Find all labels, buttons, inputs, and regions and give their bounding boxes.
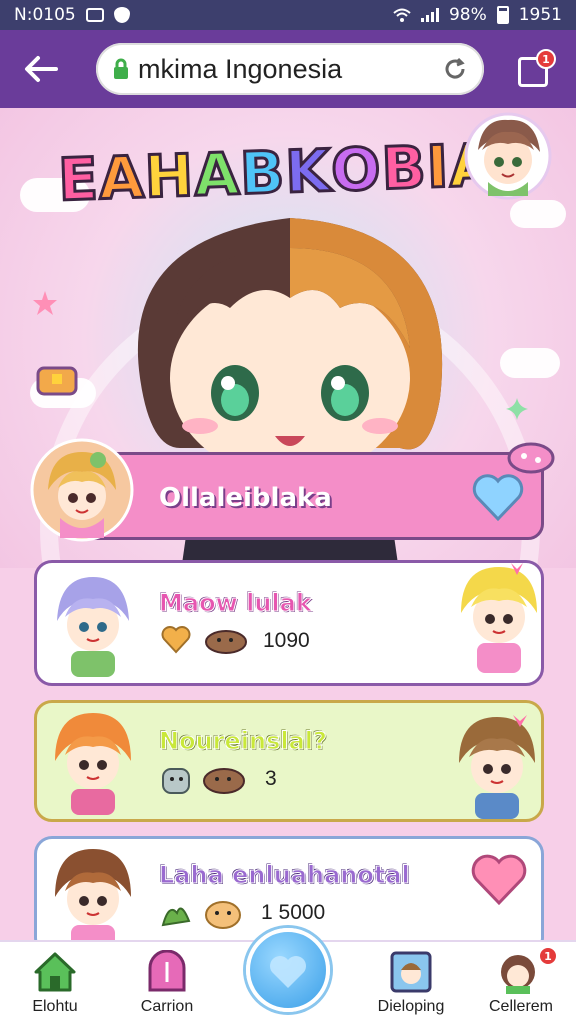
tabs-button[interactable]: 1: [514, 49, 556, 89]
candy-icon: [507, 442, 555, 474]
featured-banner[interactable]: Ollaleiblaka: [70, 452, 544, 540]
list-card[interactable]: Maow lulak 1090: [34, 560, 544, 686]
heart-bubble-icon: [270, 956, 306, 988]
character-avatar: [57, 577, 129, 677]
heart-badge-icon: [161, 626, 191, 654]
card-value: 1 5000: [261, 901, 326, 924]
nav-item-dieloping[interactable]: Dieloping: [356, 942, 466, 1024]
pet-icon: [205, 630, 247, 654]
card-title: Noureinslal?: [159, 727, 328, 756]
status-left-text: N:0105: [14, 5, 76, 25]
picture-icon: [390, 951, 432, 993]
battery-percent: 98%: [448, 5, 487, 25]
list-card[interactable]: Noureinslal? 3: [34, 700, 544, 822]
tabs-badge: 1: [536, 49, 556, 69]
nav-label: Elohtu: [32, 998, 78, 1015]
url-text: mkima Ingonesia: [138, 53, 343, 84]
notification-badge: 1: [538, 946, 558, 966]
creature-icon: [162, 768, 190, 794]
heart-icon[interactable]: [471, 473, 525, 523]
nav-item-carrion[interactable]: Carrion: [112, 942, 222, 1024]
plant-icon: [161, 907, 191, 927]
treasure-chest-icon: [36, 366, 78, 396]
card-title: Maow lulak: [159, 589, 313, 618]
shield-notification-icon: [113, 7, 130, 23]
address-bar[interactable]: mkima Ingonesia: [96, 43, 484, 95]
nav-item-cellerem[interactable]: 1 Cellerem: [466, 942, 576, 1024]
image-notification-icon: [85, 8, 104, 22]
card-value: 3: [265, 767, 277, 790]
signal-icon: [420, 8, 439, 22]
nav-label: Cellerem: [488, 998, 553, 1015]
pet-icon: [205, 901, 241, 929]
center-action-button[interactable]: [246, 928, 330, 1012]
featured-avatar: [30, 438, 134, 542]
featured-title: Ollaleiblaka: [159, 483, 332, 513]
cloud-decoration: [500, 348, 560, 378]
card-value: 1090: [263, 629, 310, 652]
status-bar: N:0105 98% 1951: [0, 0, 576, 30]
back-button[interactable]: [16, 44, 66, 94]
character-avatar: [55, 713, 131, 815]
wifi-icon: [393, 8, 411, 22]
character-avatar: [459, 715, 535, 819]
heart-icon[interactable]: [469, 853, 529, 907]
character-avatar: [55, 849, 131, 951]
star-icon: [33, 291, 57, 315]
character-avatar: [461, 563, 537, 673]
cloud-decoration: [510, 200, 566, 228]
browser-toolbar: mkima Ingonesia 1: [0, 30, 576, 108]
lock-icon: [114, 58, 128, 79]
home-icon: [34, 952, 76, 992]
arrow-left-icon: [25, 56, 58, 82]
nav-item-home[interactable]: Elohtu: [0, 942, 110, 1024]
card-title: Laha enluahanotal: [159, 861, 411, 890]
sparkle-icon: [506, 398, 528, 420]
reload-icon[interactable]: [442, 56, 468, 82]
status-time: 1951: [518, 5, 562, 25]
nav-label: Dieloping: [377, 998, 445, 1015]
battery-icon: [496, 6, 509, 24]
door-icon: [148, 950, 186, 992]
pet-icon: [203, 768, 245, 794]
nav-label: Carrion: [140, 998, 194, 1015]
